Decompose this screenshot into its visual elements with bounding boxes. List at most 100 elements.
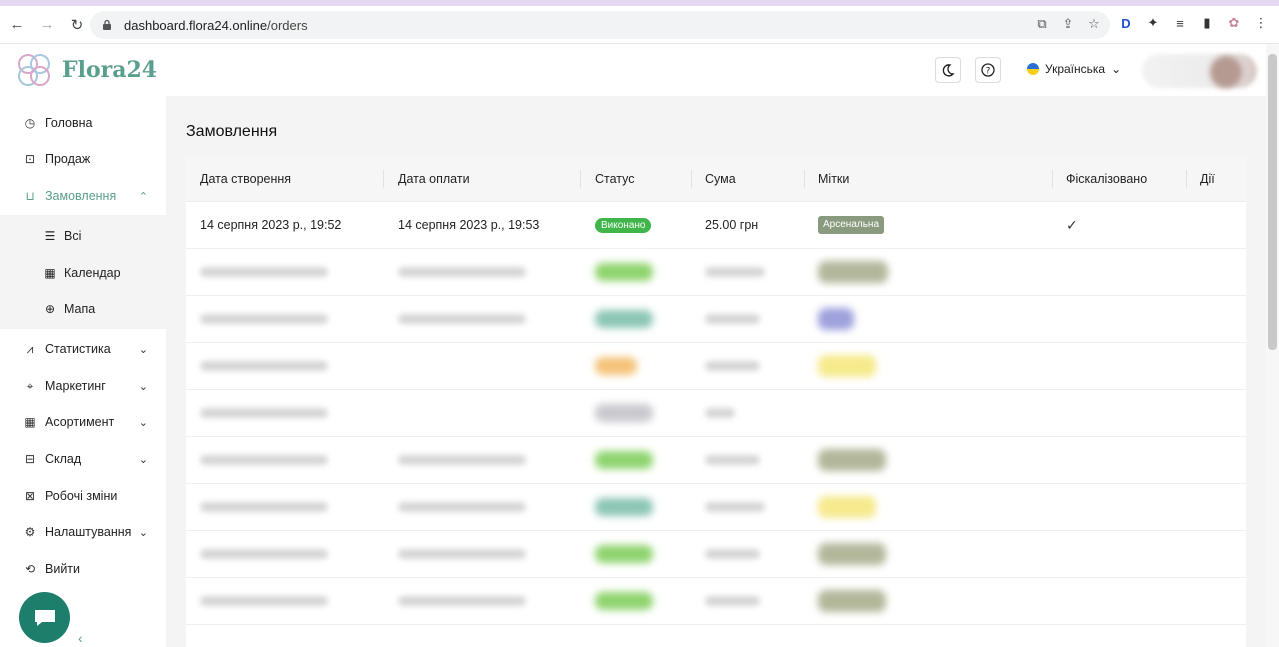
blurred-text [705, 596, 760, 606]
star-icon[interactable]: ☆ [1086, 16, 1102, 32]
scrollbar-thumb[interactable] [1268, 54, 1277, 350]
table-row-blurred[interactable] [186, 437, 1246, 484]
blurred-tag-badge [818, 355, 876, 377]
table-row[interactable]: 14 серпня 2023 р., 19:52 14 серпня 2023 … [186, 202, 1246, 249]
column-header-paid[interactable]: Дата оплати [398, 172, 470, 186]
extension-d-icon[interactable]: D [1118, 15, 1134, 31]
bag-icon: ⊔ [25, 189, 35, 203]
blurred-text [200, 502, 328, 512]
sidebar-item-map[interactable]: ⊕ Мапа [0, 291, 166, 327]
column-header-status[interactable]: Статус [595, 172, 635, 186]
column-header-created[interactable]: Дата створення [200, 172, 291, 186]
chevron-up-icon: ⌃ [138, 190, 148, 203]
column-divider [804, 170, 805, 188]
table-row-blurred[interactable] [186, 390, 1246, 437]
blurred-text [705, 549, 760, 559]
table-row-blurred[interactable] [186, 531, 1246, 578]
status-badge: Виконано [595, 218, 652, 233]
cell-paid: 14 серпня 2023 р., 19:53 [398, 218, 540, 232]
table-row-blurred[interactable] [186, 249, 1246, 296]
sidepanel-icon[interactable]: ▮ [1199, 15, 1215, 31]
sidebar-item-shifts[interactable]: ⊠ Робочі зміни [0, 478, 166, 514]
blurred-status-badge [595, 592, 653, 610]
open-in-app-icon[interactable]: ⧉ [1034, 16, 1050, 32]
page-title: Замовлення [186, 123, 278, 140]
sidebar-item-orders[interactable]: ⊔ Замовлення ⌃ [0, 178, 166, 214]
column-header-tags[interactable]: Мітки [818, 172, 849, 186]
chat-icon [34, 609, 55, 626]
table-row-blurred[interactable] [186, 343, 1246, 390]
blurred-status-badge [595, 404, 653, 422]
check-icon: ✓ [1066, 217, 1078, 233]
chevron-down-icon: ⌄ [138, 526, 148, 539]
sidebar-item-statistics[interactable]: ⩘ Статистика ⌄ [0, 331, 166, 367]
blurred-text [705, 267, 765, 277]
list-icon: ☰ [44, 229, 56, 243]
chat-button[interactable] [19, 592, 70, 643]
avatar[interactable] [1210, 56, 1242, 88]
flower-logo-icon [18, 54, 50, 86]
grid-icon: ▦ [24, 415, 36, 429]
svg-text:?: ? [986, 67, 991, 77]
blurred-text [200, 267, 328, 277]
chevron-down-icon: ⌄ [138, 453, 148, 466]
lock-icon[interactable] [102, 19, 114, 31]
blurred-text [200, 314, 328, 324]
ukraine-flag-icon [1027, 63, 1039, 75]
table-row-blurred[interactable] [186, 296, 1246, 343]
column-divider [580, 170, 581, 188]
question-icon: ? [981, 63, 995, 77]
sidebar-item-home[interactable]: ◷ Головна [0, 105, 166, 141]
column-header-actions: Дії [1200, 172, 1215, 186]
puzzle-icon[interactable]: ✦ [1145, 15, 1161, 31]
column-header-sum[interactable]: Сума [705, 172, 736, 186]
orders-submenu: ☰ Всі ▦ Календар ⊕ Мапа [0, 215, 166, 329]
more-icon[interactable]: ⋮ [1253, 15, 1269, 31]
tag-badge: Арсенальна [818, 216, 885, 234]
sidebar: ◷ Головна ⊡ Продаж ⊔ Замовлення ⌃ ☰ Всі … [0, 96, 166, 647]
logo-text: Flora24 [62, 57, 158, 83]
help-button[interactable]: ? [975, 57, 1001, 83]
chevron-down-icon: ⌄ [1111, 62, 1122, 76]
blurred-status-badge [595, 357, 637, 375]
language-select[interactable]: Українська ⌄ [1027, 62, 1121, 76]
url-text: dashboard.flora24.online/orders [124, 17, 308, 33]
sidebar-item-warehouse[interactable]: ⊟ Склад ⌄ [0, 441, 166, 477]
blurred-text [705, 314, 760, 324]
main-content: Замовлення Дата створення Дата оплати Ст… [166, 96, 1266, 647]
sidebar-item-all[interactable]: ☰ Всі [0, 218, 166, 254]
blurred-tag-badge [818, 496, 876, 518]
reload-icon[interactable]: ↻ [64, 12, 90, 38]
forward-icon[interactable]: → [34, 12, 60, 38]
blurred-text [200, 361, 328, 371]
gear-icon: ⚙ [24, 525, 36, 539]
blurred-tag-badge [818, 449, 886, 471]
blurred-status-badge [595, 498, 653, 516]
dashboard-icon: ◷ [24, 116, 36, 130]
sidebar-item-assortment[interactable]: ▦ Асортимент ⌄ [0, 404, 166, 440]
sidebar-item-calendar[interactable]: ▦ Календар [0, 255, 166, 291]
playlist-icon[interactable]: ≡ [1172, 15, 1188, 31]
browser-toolbar: ← → ↻ dashboard.flora24.online/orders ⧉ … [0, 6, 1279, 44]
app-header: Flora24 ? Українська ⌄ [0, 44, 1266, 96]
column-header-fiscalized[interactable]: Фіскалізовано [1066, 172, 1147, 186]
blurred-text [398, 455, 526, 465]
address-bar[interactable]: dashboard.flora24.online/orders ⧉ ⇪ ☆ [90, 11, 1110, 39]
blurred-status-badge [595, 545, 653, 563]
collapse-sidebar-icon[interactable]: ‹ [78, 630, 83, 646]
logo[interactable]: Flora24 [12, 48, 157, 92]
blurred-text [705, 408, 735, 418]
back-icon[interactable]: ← [4, 12, 30, 38]
table-row-blurred[interactable] [186, 484, 1246, 531]
sidebar-item-settings[interactable]: ⚙ Налаштування ⌄ [0, 514, 166, 550]
sidebar-item-logout[interactable]: ⟲ Вийти [0, 551, 166, 587]
profile-icon[interactable]: ✿ [1226, 15, 1242, 31]
chevron-down-icon: ⌄ [138, 343, 148, 356]
theme-toggle-button[interactable] [935, 57, 961, 83]
blurred-text [398, 549, 526, 559]
share-icon[interactable]: ⇪ [1060, 16, 1076, 32]
sidebar-item-marketing[interactable]: ⌖ Маркетинг ⌄ [0, 368, 166, 404]
table-row-blurred[interactable] [186, 578, 1246, 625]
sidebar-item-sale[interactable]: ⊡ Продаж [0, 141, 166, 177]
blurred-tag-badge [818, 543, 886, 565]
